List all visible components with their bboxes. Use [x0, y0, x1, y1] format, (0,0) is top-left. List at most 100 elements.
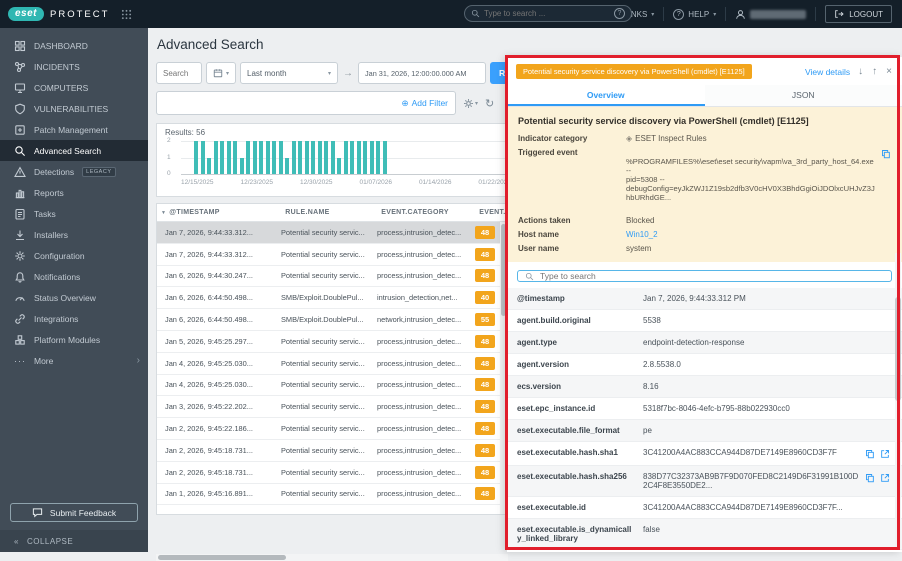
tab-json[interactable]: JSON [705, 85, 902, 106]
copy-icon[interactable] [864, 448, 875, 459]
close-icon[interactable]: × [885, 66, 893, 77]
table-settings-button[interactable]: ▾ [463, 98, 478, 109]
user-menu[interactable] [735, 9, 806, 20]
sort-caret-icon[interactable]: ▼ [161, 210, 166, 216]
sidebar-item-configuration[interactable]: Configuration [0, 245, 148, 266]
cell-event-category: process,intrusion_detec... [377, 402, 475, 411]
attribute-row[interactable]: eset.executable.id 3C41200A4AC883CCA944D… [507, 497, 902, 519]
column-header-risk-score[interactable]: EVENT.RISK_SCOR... [479, 209, 508, 216]
view-details-link[interactable]: View details [805, 67, 850, 77]
external-link-icon[interactable] [879, 448, 890, 459]
arrow-up-icon[interactable]: ↑ [871, 66, 878, 77]
scrollbar-thumb[interactable] [501, 224, 506, 316]
sidebar-item-dashboard[interactable]: DASHBOARD [0, 35, 148, 56]
table-row[interactable]: Jan 6, 2026, 6:44:50.498... SMB/Exploit.… [157, 287, 507, 309]
column-header-event-category[interactable]: EVENT.CATEGORY [381, 209, 479, 216]
external-link-icon[interactable] [879, 472, 890, 483]
table-row[interactable]: Jan 2, 2026, 9:45:18.731... Potential se… [157, 462, 507, 484]
table-row[interactable]: Jan 3, 2026, 9:45:22.202... Potential se… [157, 396, 507, 418]
chart-bar [311, 141, 315, 174]
attribute-row[interactable]: eset.epc_instance.id 5318f7bc-8046-4efc-… [507, 398, 902, 420]
table-vertical-scrollbar[interactable] [500, 222, 507, 514]
end-date-input[interactable] [365, 69, 479, 78]
attribute-row[interactable]: eset.executable.hash.sha256 838D77C32373… [507, 466, 902, 497]
search-icon [525, 272, 534, 281]
legacy-badge: LEGACY [82, 167, 115, 177]
cell-event-category: process,intrusion_detec... [377, 250, 475, 259]
sidebar-item-computers[interactable]: COMPUTERS [0, 77, 148, 98]
attribute-row[interactable]: agent.build.original 5538 [507, 310, 902, 332]
end-date-field[interactable] [358, 62, 486, 84]
cell-event-category: process,intrusion_detec... [377, 468, 475, 477]
table-row[interactable]: Jan 7, 2026, 9:44:33.312... Potential se… [157, 222, 507, 244]
attribute-search-input[interactable] [540, 271, 884, 281]
attribute-row[interactable]: ecs.version 8.16 [507, 376, 902, 398]
sidebar-item-patch-management[interactable]: Patch Management [0, 119, 148, 140]
host-name-link[interactable]: Win10_2 [626, 230, 658, 239]
table-row[interactable]: Jan 2, 2026, 9:45:22.186... Potential se… [157, 418, 507, 440]
sidebar-item-platform-modules[interactable]: Platform Modules [0, 329, 148, 350]
attribute-row[interactable]: agent.type endpoint-detection-response [507, 332, 902, 354]
table-row[interactable]: Jan 4, 2026, 9:45:25.030... Potential se… [157, 353, 507, 375]
tab-overview[interactable]: Overview [507, 85, 705, 106]
scrollbar-thumb[interactable] [895, 297, 901, 401]
divider [663, 7, 664, 21]
help-menu[interactable]: ? HELP ▾ [673, 9, 716, 20]
chevron-down-icon: ▾ [226, 70, 229, 77]
arrow-down-icon[interactable]: ↓ [857, 66, 864, 77]
table-row[interactable]: Jan 1, 2026, 9:45:16.891... Potential se… [157, 484, 507, 506]
sidebar-item-notifications[interactable]: Notifications [0, 266, 148, 287]
patch-icon [14, 124, 26, 136]
table-row[interactable]: Jan 2, 2026, 9:45:18.731... Potential se… [157, 440, 507, 462]
attribute-row[interactable]: eset.executable.hash.sha1 3C41200A4AC883… [507, 442, 902, 466]
time-range-select[interactable]: Last month ▾ [240, 62, 338, 84]
sidebar-item-reports[interactable]: Reports [0, 182, 148, 203]
attribute-row[interactable]: @timestamp Jan 7, 2026, 9:44:33.312 PM [507, 288, 902, 310]
sidebar-item-advanced-search[interactable]: Advanced Search [0, 140, 148, 161]
sidebar-item-incidents[interactable]: INCIDENTS [0, 56, 148, 77]
copy-icon[interactable] [864, 472, 875, 483]
table-row[interactable]: Jan 5, 2026, 9:45:25.297... Potential se… [157, 331, 507, 353]
sidebar-item-integrations[interactable]: Integrations [0, 308, 148, 329]
chart-bar [292, 141, 296, 174]
detail-scrollbar[interactable] [895, 253, 901, 548]
column-header-rule-name[interactable]: RULE.NAME [285, 209, 381, 216]
attribute-row[interactable]: eset.executable.is_dynamically_linked_li… [507, 519, 902, 550]
submit-feedback-button[interactable]: Submit Feedback [10, 503, 138, 522]
app-grid-icon[interactable] [121, 9, 132, 20]
warning-triangle-icon [14, 166, 26, 178]
logout-button[interactable]: LOGOUT [825, 5, 892, 23]
collapse-button[interactable]: « COLLAPSE [0, 530, 148, 552]
sidebar-item-status-overview[interactable]: Status Overview [0, 287, 148, 308]
sidebar-item-tasks[interactable]: Tasks [0, 203, 148, 224]
sidebar-item-vulnerabilities[interactable]: VULNERABILITIES [0, 98, 148, 119]
attribute-search[interactable] [517, 270, 892, 282]
chart-bar [350, 141, 354, 174]
sidebar-item-installers[interactable]: Installers [0, 224, 148, 245]
sidebar-item-detections[interactable]: Detections LEGACY [0, 161, 148, 182]
table-row[interactable]: Jan 4, 2026, 9:45:25.030... Potential se… [157, 375, 507, 397]
chart-bar [331, 141, 335, 174]
search-input[interactable] [163, 69, 195, 78]
cell-timestamp: Jan 1, 2026, 9:45:16.891... [165, 489, 281, 498]
attribute-row[interactable]: agent.version 2.8.5538.0 [507, 354, 902, 376]
filter-query-input[interactable] [164, 99, 402, 108]
chart-x-axis: 12/15/2025 12/23/2025 12/30/2025 01/07/2… [181, 179, 511, 186]
risk-score-badge: 48 [475, 400, 495, 413]
calendar-dropdown[interactable]: ▾ [206, 62, 236, 84]
table-row[interactable]: Jan 7, 2026, 9:44:33.312... Potential se… [157, 244, 507, 266]
search-field[interactable] [156, 62, 202, 84]
filter-query-bar[interactable]: ⊕ Add Filter [156, 91, 456, 115]
scrollbar-thumb[interactable] [158, 555, 286, 560]
copy-icon[interactable] [880, 148, 891, 159]
sidebar-item-more[interactable]: ··· More › [0, 350, 148, 371]
add-filter-button[interactable]: ⊕ Add Filter [402, 98, 449, 109]
table-horizontal-scrollbar[interactable] [156, 554, 508, 561]
refresh-button[interactable]: ↻ [485, 97, 494, 110]
global-search-input[interactable] [484, 9, 610, 18]
table-row[interactable]: Jan 6, 2026, 9:44:30.247... Potential se… [157, 266, 507, 288]
column-header-timestamp[interactable]: @TIMESTAMP [169, 209, 285, 216]
search-help-icon[interactable]: ? [614, 8, 625, 19]
table-row[interactable]: Jan 6, 2026, 6:44:50.498... SMB/Exploit.… [157, 309, 507, 331]
attribute-row[interactable]: eset.executable.file_format pe [507, 420, 902, 442]
